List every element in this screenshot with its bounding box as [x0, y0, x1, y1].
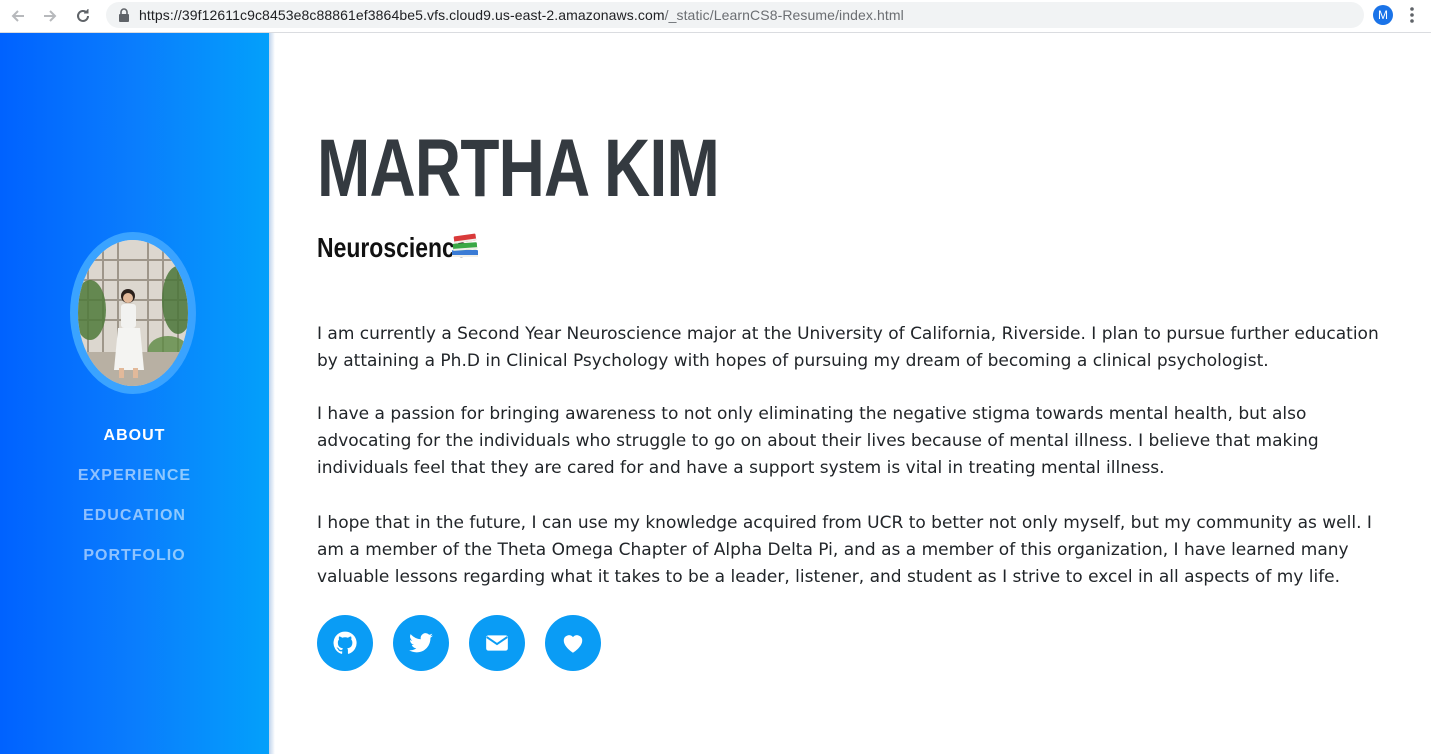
url-path: /_static/LearnCS8-Resume/index.html	[664, 7, 904, 23]
nav-item-education[interactable]: EDUCATION	[0, 496, 269, 536]
heart-button[interactable]	[545, 615, 601, 671]
sidebar: ABOUT EXPERIENCE EDUCATION PORTFOLIO	[0, 33, 269, 754]
kebab-menu-icon[interactable]	[1409, 6, 1415, 24]
github-icon	[333, 631, 357, 654]
url-text[interactable]: https://39f12611c9c8453e8c88861ef3864be5…	[139, 7, 904, 23]
subtitle: Neuroscience	[317, 232, 468, 263]
reload-icon	[77, 9, 89, 22]
forward-button[interactable]	[38, 4, 62, 28]
twitter-icon	[409, 633, 433, 653]
social-links	[317, 615, 601, 671]
books-icon	[452, 233, 478, 257]
profile-avatar[interactable]: M	[1373, 5, 1393, 25]
profile-photo	[70, 232, 196, 394]
browser-toolbar: https://39f12611c9c8453e8c88861ef3864be5…	[0, 0, 1431, 33]
reload-button[interactable]	[71, 4, 95, 28]
heart-icon	[563, 635, 583, 653]
address-bar[interactable]: https://39f12611c9c8453e8c88861ef3864be5…	[106, 2, 1364, 28]
back-button[interactable]	[6, 4, 30, 28]
profile-photo-illustration	[78, 240, 188, 386]
bio-paragraph-2: I have a passion for bringing awareness …	[317, 404, 1319, 478]
github-button[interactable]	[317, 615, 373, 671]
bio-paragraph-3: I hope that in the future, I can use my …	[317, 513, 1372, 587]
twitter-button[interactable]	[393, 615, 449, 671]
lock-icon	[119, 8, 129, 22]
page-title: MARTHA KIM	[317, 123, 720, 214]
profile-photo-image	[78, 240, 188, 386]
url-host: https://39f12611c9c8453e8c88861ef3864be5…	[139, 7, 665, 23]
nav-item-experience[interactable]: EXPERIENCE	[0, 456, 269, 496]
sidebar-nav: ABOUT EXPERIENCE EDUCATION PORTFOLIO	[0, 416, 269, 576]
arrow-left-icon	[11, 10, 24, 22]
email-button[interactable]	[469, 615, 525, 671]
sidebar-shadow	[269, 33, 275, 754]
arrow-right-icon	[44, 10, 57, 22]
envelope-icon	[486, 635, 508, 651]
nav-item-about[interactable]: ABOUT	[0, 416, 269, 456]
nav-item-portfolio[interactable]: PORTFOLIO	[0, 536, 269, 576]
bio-paragraph-1: I am currently a Second Year Neuroscienc…	[317, 324, 1379, 371]
